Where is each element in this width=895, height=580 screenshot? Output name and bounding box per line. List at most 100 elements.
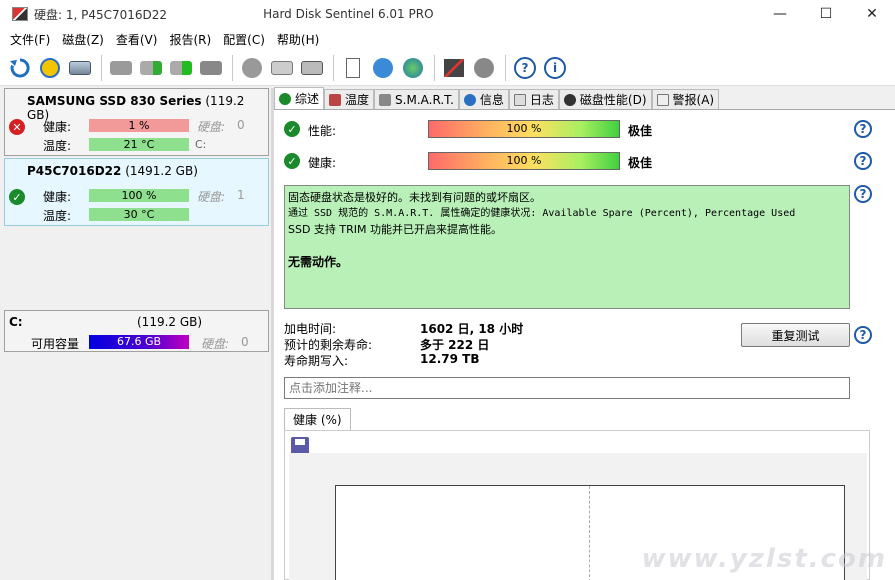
tab-label: 警报(A) (672, 93, 715, 107)
volume-size: (119.2 GB) (137, 315, 203, 329)
menu-disk[interactable]: 磁盘(Z) (56, 31, 110, 48)
disk-icon (379, 93, 392, 106)
note-input[interactable] (284, 377, 850, 399)
log-icon (513, 93, 526, 106)
close-button[interactable]: ✕ (849, 0, 895, 28)
tab-info[interactable]: 信息 (458, 89, 509, 109)
remaining-life-value: 多于 222 日 (420, 338, 490, 352)
disk-check-icon[interactable] (137, 54, 165, 82)
drive2-icon[interactable] (298, 54, 326, 82)
summary-panel: ✓ 性能: 100 % 极佳 ? ✓ 健康: 100 % 极佳 ? 固态硬盘状态… (274, 110, 895, 580)
tab-alerts[interactable]: 警报(A) (651, 89, 720, 109)
disk-card-samsung[interactable]: SAMSUNG SSD 830 Series (119.2 GB) ✕ 健康: … (4, 88, 269, 156)
gauge-icon (563, 93, 576, 106)
window-title-disk: 硬盘: 1, P45C7016D22 (34, 7, 168, 22)
maximize-button[interactable]: ☐ (803, 0, 849, 28)
disk-name: SAMSUNG SSD 830 Series (27, 94, 202, 108)
circle-gray-icon[interactable] (238, 54, 266, 82)
help-icon[interactable]: ? (854, 152, 872, 170)
disk-index-value: 1 (237, 188, 245, 202)
performance-grade: 极佳 (628, 124, 653, 138)
temp-bar: 21 °C (89, 138, 189, 151)
health-bar: 100 % (89, 189, 189, 202)
help-icon[interactable]: ? (854, 326, 872, 344)
chart-icon[interactable] (440, 54, 468, 82)
health-label: 健康: (308, 156, 337, 170)
power-on-value: 1602 日, 18 小时 (420, 322, 524, 336)
retest-button[interactable]: 重复测试 (741, 323, 850, 347)
disk-card-p45c[interactable]: P45C7016D22 (1491.2 GB) ✓ 健康: 100 % 硬盘: … (4, 158, 269, 226)
minimize-button[interactable]: — (757, 0, 803, 28)
performance-label: 性能: (308, 124, 337, 138)
tab-smart[interactable]: S.M.A.R.T. (374, 89, 459, 109)
disk-index-label: 硬盘: (197, 190, 226, 204)
disk-gray-icon[interactable] (107, 54, 135, 82)
info-icon[interactable]: i (541, 54, 569, 82)
disk-name: P45C7016D22 (27, 164, 122, 178)
status-action: 无需动作。 (288, 255, 349, 269)
disk-ok-icon[interactable] (167, 54, 195, 82)
volume-name: C: (9, 315, 23, 329)
drive-icon[interactable] (268, 54, 296, 82)
free-space-bar: 67.6 GB (89, 335, 189, 349)
health-bar: 1 % (89, 119, 189, 132)
toolbar: ? i (0, 50, 895, 86)
refresh-icon[interactable] (6, 54, 34, 82)
health-grade: 极佳 (628, 156, 653, 170)
menu-file[interactable]: 文件(F) (4, 31, 56, 48)
menu-help[interactable]: 帮助(H) (271, 31, 325, 48)
temp-label: 温度: (43, 139, 72, 153)
error-icon: ✕ (9, 119, 25, 135)
tab-label: 综述 (295, 92, 320, 106)
tab-log[interactable]: 日志 (508, 89, 559, 109)
info-icon (463, 93, 476, 106)
tab-temperature[interactable]: 温度 (324, 89, 375, 109)
app-logo-icon (12, 7, 28, 21)
watermark: www.yzlst.com (641, 544, 887, 574)
menu-bar: 文件(F) 磁盘(Z) 查看(V) 报告(R) 配置(C) 帮助(H) (0, 28, 895, 50)
disk-info-icon[interactable] (66, 54, 94, 82)
disk-gray2-icon[interactable] (197, 54, 225, 82)
volume-letter: C: (195, 138, 207, 151)
temp-bar: 30 °C (89, 208, 189, 221)
remaining-life-label: 预计的剩余寿命: (284, 338, 373, 352)
volume-card-c[interactable]: C: (119.2 GB) 可用容量 67.6 GB 硬盘: 0 (4, 310, 269, 352)
tab-summary[interactable]: 综述 (274, 87, 325, 109)
title-bar: 硬盘: 1, P45C7016D22 Hard Disk Sentinel 6.… (0, 0, 895, 28)
plot-gridline (589, 486, 590, 580)
health-bar: 100 % (428, 152, 620, 170)
ok-check-icon: ✓ (284, 153, 300, 169)
health-label: 健康: (43, 190, 72, 204)
disk-index-label: 硬盘: (197, 120, 226, 134)
sync-icon[interactable] (369, 54, 397, 82)
network-icon[interactable] (399, 54, 427, 82)
status-line: 固态硬盘状态是极好的。未找到有问题的或坏扇区。 (288, 191, 541, 204)
ok-check-icon: ✓ (9, 189, 25, 205)
lifetime-writes-value: 12.79 TB (420, 352, 480, 366)
disk-size: (1491.2 GB) (125, 164, 198, 178)
tab-bar: 综述 温度 S.M.A.R.T. 信息 日志 磁盘性能(D) 警报(A) (274, 87, 895, 110)
help-icon[interactable]: ? (854, 185, 872, 203)
menu-config[interactable]: 配置(C) (217, 31, 271, 48)
tab-performance[interactable]: 磁盘性能(D) (558, 89, 652, 109)
help-icon[interactable]: ? (854, 120, 872, 138)
report-icon[interactable] (339, 54, 367, 82)
temp-label: 温度: (43, 209, 72, 223)
power-on-label: 加电时间: (284, 322, 337, 336)
tab-label: 信息 (479, 93, 504, 107)
menu-view[interactable]: 查看(V) (110, 31, 164, 48)
tab-label: 日志 (529, 93, 554, 107)
help-icon[interactable]: ? (511, 54, 539, 82)
window-title-app: Hard Disk Sentinel 6.01 PRO (263, 7, 434, 21)
warning-icon[interactable] (36, 54, 64, 82)
performance-bar: 100 % (428, 120, 620, 138)
status-line: 通过 SSD 规范的 S.M.A.R.T. 属性确定的健康状况: Availab… (288, 208, 796, 219)
speaker-icon[interactable] (470, 54, 498, 82)
health-label: 健康: (43, 120, 72, 134)
volume-disk-index: 0 (241, 335, 249, 349)
tab-health-chart[interactable]: 健康 (%) (284, 408, 351, 430)
menu-report[interactable]: 报告(R) (163, 31, 217, 48)
ok-check-icon: ✓ (284, 121, 300, 137)
thermometer-icon (329, 93, 342, 106)
disk-index-value: 0 (237, 118, 245, 132)
